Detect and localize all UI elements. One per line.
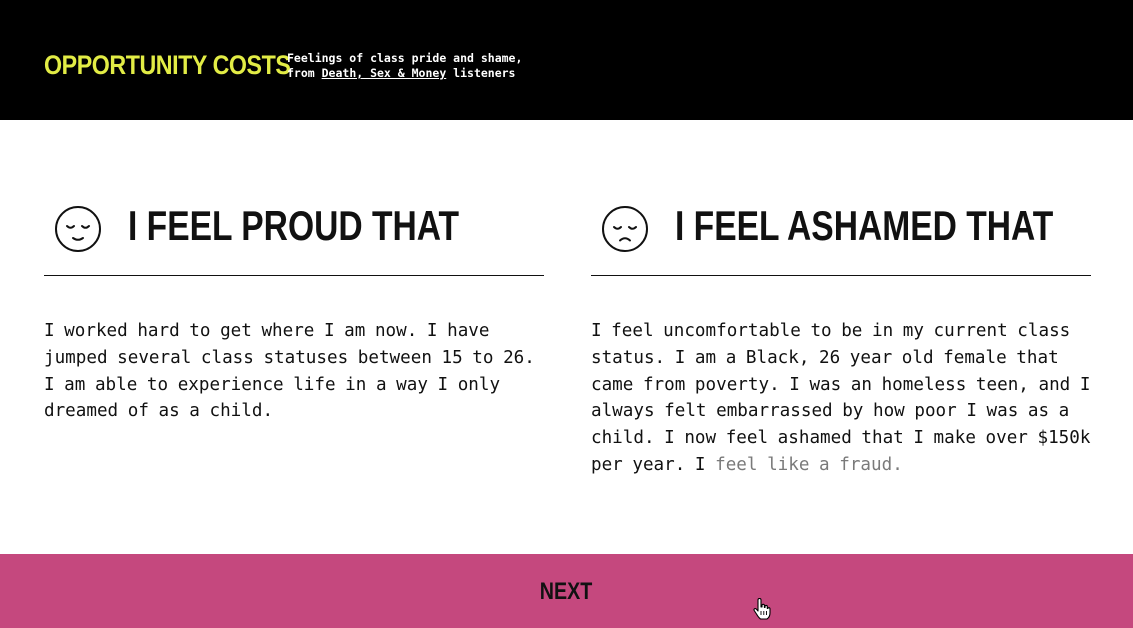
site-header: OPPORTUNITY COSTS Feelings of class prid… <box>0 0 1133 120</box>
proud-heading: I FEEL PROUD THAT <box>44 190 544 276</box>
next-button[interactable]: NEXT <box>0 554 1133 628</box>
next-button-label: NEXT <box>0 576 1133 608</box>
ashamed-title: I FEEL ASHAMED THAT <box>675 202 1054 249</box>
next-label-text: NEXT <box>540 578 593 605</box>
proud-title: I FEEL PROUD THAT <box>128 202 460 249</box>
ashamed-response-faded: feel like a fraud. <box>715 454 903 475</box>
proud-column: I FEEL PROUD THAT I worked hard to get w… <box>44 190 544 443</box>
proud-response-text: I worked hard to get where I am now. I h… <box>44 321 535 422</box>
site-tagline: Feelings of class pride and shame, from … <box>287 51 522 81</box>
ashamed-column: I FEEL ASHAMED THAT I feel uncomfortable… <box>591 190 1091 496</box>
tagline-suffix: listeners <box>446 66 516 80</box>
podcast-link[interactable]: Death, Sex & Money <box>322 66 447 80</box>
ashamed-response-text: I feel uncomfortable to be in my current… <box>591 318 1091 479</box>
smiling-face-icon <box>55 206 101 252</box>
ashamed-response-main: I feel uncomfortable to be in my current… <box>591 321 1091 475</box>
page: OPPORTUNITY COSTS Feelings of class prid… <box>0 0 1133 628</box>
tagline-prefix: from <box>287 66 322 80</box>
sad-face-icon <box>602 206 648 252</box>
tagline-line-1: Feelings of class pride and shame, <box>287 51 523 65</box>
ashamed-heading: I FEEL ASHAMED THAT <box>591 190 1091 276</box>
hand-pointer-cursor-icon <box>753 598 771 620</box>
site-title[interactable]: OPPORTUNITY COSTS <box>44 48 291 82</box>
